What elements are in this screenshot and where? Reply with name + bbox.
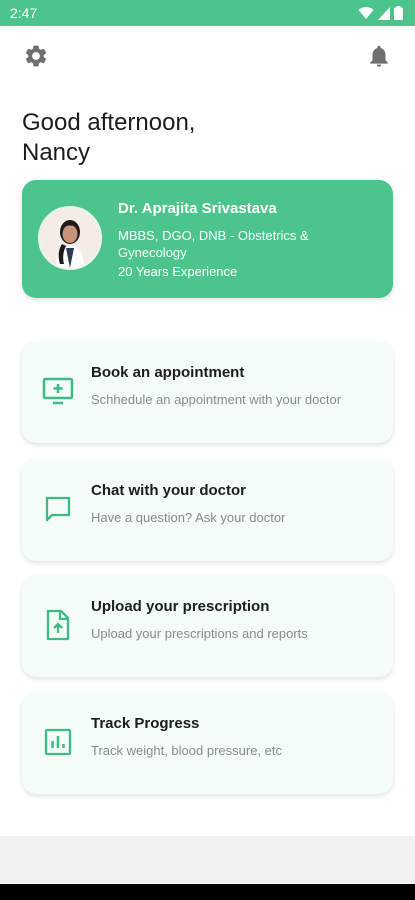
status-bar: 2:47 <box>0 0 415 26</box>
signal-icon <box>378 6 390 20</box>
bottom-area <box>0 836 415 884</box>
action-title: Upload your prescription <box>91 598 270 615</box>
action-subtitle: Upload your prescriptions and reports <box>91 626 308 641</box>
action-subtitle: Have a question? Ask your doctor <box>91 510 286 525</box>
settings-button[interactable] <box>22 42 50 70</box>
top-bar <box>0 38 415 74</box>
notifications-button[interactable] <box>365 42 393 70</box>
doctor-qualifications: MBBS, DGO, DNB - Obstetrics & Gynecology <box>118 228 309 260</box>
upload-prescription-card[interactable]: Upload your prescription Upload your pre… <box>22 575 393 677</box>
doctor-card[interactable]: Dr. Aprajita Srivastava MBBS, DGO, DNB -… <box>22 180 393 298</box>
wifi-icon <box>358 7 374 20</box>
system-nav-bar <box>0 884 415 900</box>
action-title: Track Progress <box>91 715 200 732</box>
greeting-line: Good afternoon, <box>22 109 196 136</box>
doctor-avatar <box>38 206 102 270</box>
status-time: 2:47 <box>10 5 38 21</box>
action-subtitle: Track weight, blood pressure, etc <box>91 743 282 758</box>
upload-file-icon <box>42 609 74 641</box>
greeting: Good afternoon, Nancy <box>22 108 392 168</box>
doctor-name: Dr. Aprajita Srivastava <box>118 200 277 217</box>
action-subtitle: Schhedule an appointment with your docto… <box>91 392 342 407</box>
chat-icon <box>42 493 74 525</box>
chat-doctor-card[interactable]: Chat with your doctor Have a question? A… <box>22 459 393 561</box>
status-icons <box>358 6 403 20</box>
battery-icon <box>394 6 403 20</box>
gear-icon <box>25 45 47 67</box>
doctor-experience: 20 Years Experience <box>118 264 238 279</box>
track-progress-card[interactable]: Track Progress Track weight, blood press… <box>22 692 393 794</box>
bell-icon <box>370 45 388 67</box>
action-title: Chat with your doctor <box>91 482 246 499</box>
user-name: Nancy <box>22 139 91 166</box>
chart-icon <box>42 726 74 758</box>
action-title: Book an appointment <box>91 364 245 381</box>
add-to-screen-icon <box>42 375 74 407</box>
book-appointment-card[interactable]: Book an appointment Schhedule an appoint… <box>22 341 393 443</box>
